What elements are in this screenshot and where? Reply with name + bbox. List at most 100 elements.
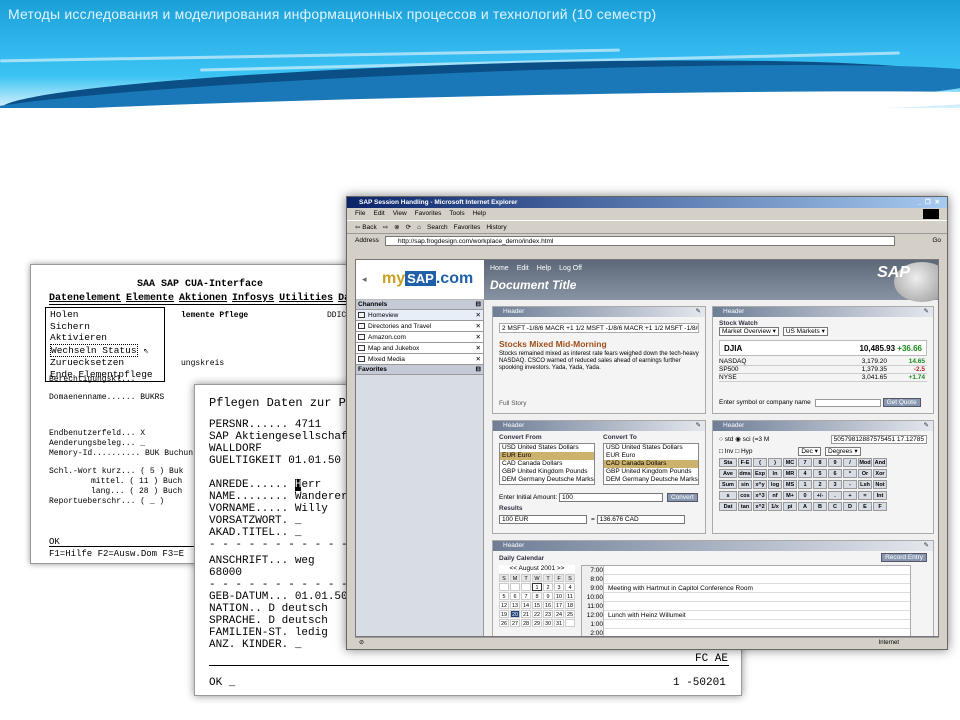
menu-view[interactable]: View bbox=[393, 210, 407, 217]
calc-key[interactable]: ) bbox=[768, 458, 782, 467]
channel-directories[interactable]: Directories and Travel ✕ bbox=[356, 321, 483, 332]
calc-key[interactable]: F bbox=[873, 502, 887, 511]
calc-key[interactable]: x^2 bbox=[753, 502, 767, 511]
calc-key[interactable]: 7 bbox=[798, 458, 812, 467]
calc-key[interactable]: And bbox=[873, 458, 887, 467]
calendar-day[interactable]: 14 bbox=[521, 601, 531, 609]
convert-to-list[interactable]: USD United States Dollars EUR Euro CAD C… bbox=[603, 443, 699, 485]
menu-infosys[interactable]: Infosys bbox=[232, 293, 274, 304]
calc-key[interactable]: M+ bbox=[783, 491, 797, 500]
calc-key[interactable]: 0 bbox=[798, 491, 812, 500]
schedule-slot[interactable]: 9:00 Meeting with Hartmut in Capitol Conf… bbox=[582, 584, 910, 593]
home-button[interactable]: ⌂ bbox=[417, 224, 421, 231]
term-line[interactable]: AKAD.TITEL.. _ bbox=[209, 527, 301, 539]
calc-key[interactable]: s bbox=[719, 491, 737, 500]
region-select[interactable]: US Markets ▾ bbox=[782, 327, 828, 336]
calc-key[interactable]: Dat bbox=[719, 502, 737, 511]
search-button[interactable]: Search bbox=[427, 224, 448, 231]
calc-key[interactable]: ( bbox=[753, 458, 767, 467]
calc-key[interactable]: Ave bbox=[719, 469, 737, 478]
calendar-day[interactable]: 3 bbox=[554, 583, 564, 591]
currency-option[interactable]: DEM Germany Deutsche Marks bbox=[500, 476, 594, 484]
anrede-value[interactable]: err bbox=[301, 479, 321, 491]
nav-help[interactable]: Help bbox=[537, 265, 551, 272]
calc-key[interactable]: 3 bbox=[828, 480, 842, 489]
collapse-icon[interactable]: ⊟ bbox=[476, 300, 481, 310]
calendar-day[interactable]: 21 bbox=[521, 610, 531, 618]
close-icon[interactable]: ✕ bbox=[476, 310, 481, 321]
edit-icon[interactable]: ✎ bbox=[924, 541, 929, 551]
currency-option[interactable]: EUR Euro bbox=[604, 452, 698, 460]
calendar-day[interactable]: 8 bbox=[532, 592, 542, 600]
record-entry-button[interactable]: Record Entry bbox=[881, 553, 927, 562]
calendar-day[interactable]: 4 bbox=[565, 583, 575, 591]
currency-option[interactable]: USD United States Dollars bbox=[500, 444, 594, 452]
menu-tools[interactable]: Tools bbox=[449, 210, 464, 217]
calc-key[interactable]: 1/x bbox=[768, 502, 782, 511]
full-story-link[interactable]: Full Story bbox=[499, 400, 526, 407]
stop-button[interactable]: ⊗ bbox=[394, 224, 399, 231]
calc-options[interactable]: □ Inv □ Hyp bbox=[719, 448, 753, 455]
calc-key[interactable]: tan bbox=[738, 502, 752, 511]
calendar-day[interactable]: 6 bbox=[510, 592, 520, 600]
calc-key[interactable]: x^3 bbox=[753, 491, 767, 500]
favorites-button[interactable]: Favorites bbox=[454, 224, 481, 231]
calendar-day[interactable]: 31 bbox=[554, 619, 564, 627]
calc-key[interactable]: +/- bbox=[813, 491, 827, 500]
calc-key[interactable]: 2 bbox=[813, 480, 827, 489]
calc-key[interactable]: pi bbox=[783, 502, 797, 511]
calc-key[interactable]: E bbox=[858, 502, 872, 511]
schedule-slot[interactable]: 7:00 bbox=[582, 566, 910, 575]
term-line[interactable]: VORNAME..... Willy bbox=[209, 503, 328, 515]
edit-icon[interactable]: ✎ bbox=[696, 421, 701, 431]
menu-file[interactable]: File bbox=[355, 210, 365, 217]
menu-help[interactable]: Help bbox=[473, 210, 486, 217]
currency-option-selected[interactable]: CAD Canada Dollars bbox=[604, 460, 698, 468]
channel-amazon[interactable]: Amazon.com ✕ bbox=[356, 332, 483, 343]
term-line[interactable]: NAME........ Wanderer bbox=[209, 491, 348, 503]
dropdown-item[interactable]: Holen bbox=[50, 309, 160, 321]
calc-key[interactable]: 4 bbox=[798, 469, 812, 478]
go-button[interactable]: Go bbox=[932, 234, 941, 248]
calendar-day[interactable]: 19 bbox=[499, 610, 509, 618]
calc-key[interactable]: MC bbox=[783, 458, 797, 467]
calendar-day[interactable]: 1 bbox=[532, 583, 542, 591]
calendar-day[interactable]: 29 bbox=[532, 619, 542, 627]
calendar-day[interactable]: 28 bbox=[521, 619, 531, 627]
menu-edit[interactable]: Edit bbox=[373, 210, 384, 217]
calc-key[interactable]: . bbox=[828, 491, 842, 500]
term-line[interactable]: 68000 bbox=[209, 567, 242, 579]
term-line[interactable]: FAMILIEN-ST. ledig bbox=[209, 627, 328, 639]
close-icon[interactable]: ✕ bbox=[476, 343, 481, 354]
currency-option[interactable]: CAD Canada Dollars bbox=[500, 460, 594, 468]
calc-key[interactable]: * bbox=[843, 469, 857, 478]
nav-logoff[interactable]: Log Off bbox=[559, 265, 582, 272]
calendar-day[interactable]: 2 bbox=[543, 583, 553, 591]
edit-icon[interactable]: ✎ bbox=[924, 421, 929, 431]
calc-mode[interactable]: ○ std ◉ sci (=3 M bbox=[719, 436, 769, 443]
calendar-day[interactable]: 20 bbox=[510, 610, 520, 618]
calendar-day[interactable]: 5 bbox=[499, 592, 509, 600]
currency-option-selected[interactable]: EUR Euro bbox=[500, 452, 594, 460]
refresh-button[interactable]: ⟳ bbox=[406, 224, 411, 231]
term-line[interactable]: GEB-DATUM... 01.01.50 bbox=[209, 591, 348, 603]
url-input[interactable]: http://sap.frogdesign.com/workplace_demo… bbox=[385, 236, 895, 246]
calendar-day[interactable]: 26 bbox=[499, 619, 509, 627]
calc-key[interactable]: sin bbox=[738, 480, 752, 489]
schedule-slot[interactable]: 12:00 Lunch with Heinz Willumeit bbox=[582, 611, 910, 620]
schedule-slot[interactable]: 1:00 bbox=[582, 620, 910, 629]
amount-input[interactable]: 100 bbox=[558, 493, 663, 503]
calendar-day[interactable]: 13 bbox=[510, 601, 520, 609]
calc-key[interactable]: log bbox=[768, 480, 782, 489]
menu-datenelement[interactable]: Datenelement bbox=[49, 293, 121, 304]
term-line[interactable]: NATION.. D deutsch bbox=[209, 603, 328, 615]
calc-key[interactable]: 5 bbox=[813, 469, 827, 478]
calc-key[interactable]: 8 bbox=[813, 458, 827, 467]
term-line[interactable]: ANZ. KINDER. _ bbox=[209, 639, 301, 651]
schedule-slot[interactable]: 2:00 bbox=[582, 629, 910, 636]
calc-key[interactable]: Exp bbox=[753, 469, 767, 478]
calc-key[interactable]: ln bbox=[768, 469, 782, 478]
calc-key[interactable]: Sum bbox=[719, 480, 737, 489]
market-select[interactable]: Market Overview ▾ bbox=[719, 327, 779, 336]
calc-key[interactable]: = bbox=[858, 491, 872, 500]
